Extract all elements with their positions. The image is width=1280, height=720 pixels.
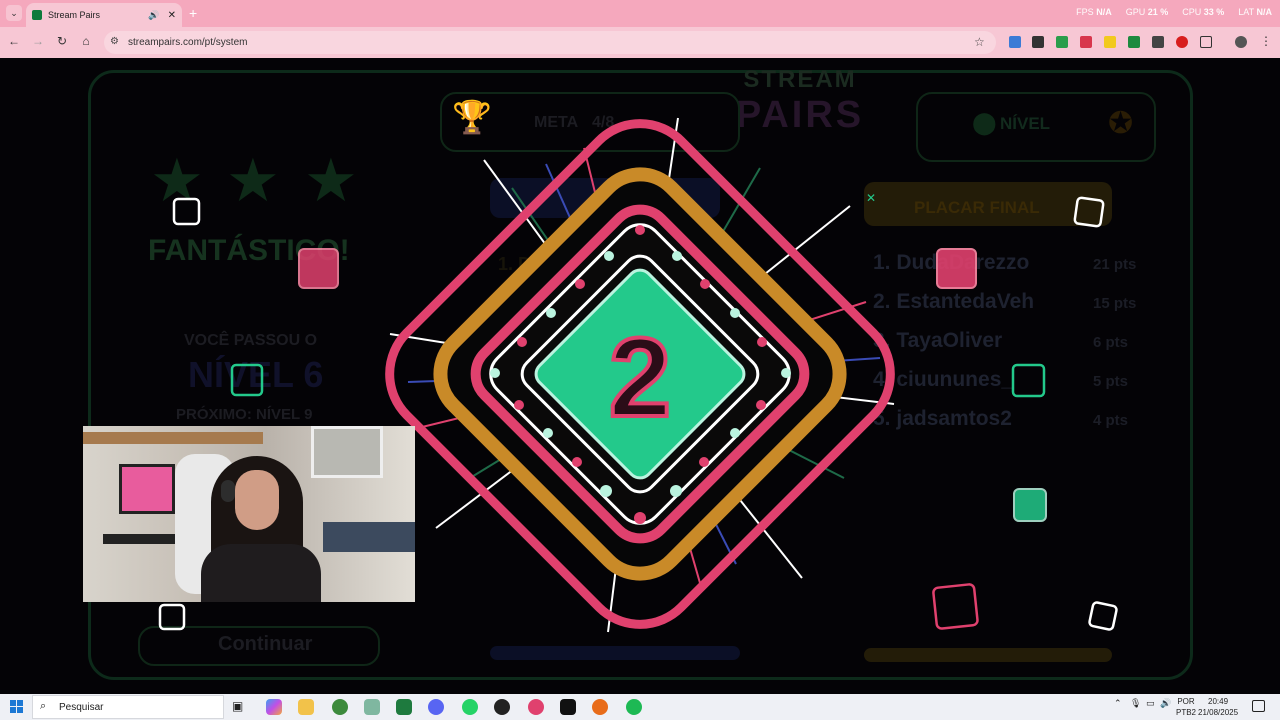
dot	[730, 428, 740, 438]
card-green	[230, 363, 264, 397]
webcam-shelf	[83, 432, 263, 444]
sparkle-icon: ✕	[866, 191, 876, 205]
firefox-icon[interactable]	[592, 699, 608, 715]
webcam-feed	[83, 426, 415, 602]
webcam-monitor	[119, 464, 175, 514]
dot	[670, 485, 682, 497]
forward-icon[interactable]: →	[30, 34, 46, 48]
card-outline	[1088, 601, 1118, 631]
dot	[514, 400, 524, 410]
language-indicator[interactable]: POR PTB2	[1176, 696, 1196, 718]
search-icon: ⌕	[40, 700, 47, 712]
back-icon[interactable]: ←	[6, 34, 22, 48]
perf-cpu: CPU 33 %	[1182, 7, 1225, 17]
opera-icon[interactable]	[528, 699, 544, 715]
chrome-icon[interactable]	[332, 699, 348, 715]
dot	[781, 368, 791, 378]
dot	[517, 337, 527, 347]
countdown-number: 2	[609, 315, 671, 440]
webcam-figure-shelf	[323, 522, 415, 552]
tab-stream-pairs[interactable]: Stream Pairs 🔊 ✕	[26, 3, 182, 27]
search-placeholder: Pesquisar	[59, 701, 104, 713]
perf-gpu: GPU 21 %	[1125, 7, 1169, 17]
volume-icon[interactable]: 🔊	[1160, 698, 1171, 709]
menu-dots-icon[interactable]: ⋮	[1258, 34, 1274, 48]
notion-icon[interactable]	[560, 699, 576, 715]
site-info-icon[interactable]: ⚙	[110, 36, 119, 47]
tray-overflow-icon[interactable]: ⌃	[1114, 698, 1122, 709]
dot	[600, 485, 612, 497]
reload-icon[interactable]: ↻	[54, 34, 70, 48]
new-tab-button[interactable]: +	[189, 5, 197, 21]
tab-strip: ⌄ Stream Pairs 🔊 ✕ + FPS N/A GPU 21 % CP…	[0, 0, 1280, 27]
close-tab-icon[interactable]: ✕	[168, 10, 176, 21]
system-clock[interactable]: 20:49 21/08/2025	[1198, 696, 1238, 718]
card-green-filled	[1013, 488, 1047, 522]
card-outline	[1073, 196, 1105, 228]
extension-1-icon[interactable]	[1009, 36, 1021, 48]
webcam-person-body	[201, 544, 321, 602]
app-icon[interactable]	[364, 699, 380, 715]
performance-overlay: FPS N/A GPU 21 % CPU 33 % LAT N/A	[1076, 7, 1272, 17]
extension-2-icon[interactable]	[1032, 36, 1044, 48]
speaker-icon[interactable]: 🔊	[148, 10, 159, 21]
card-pink-outline	[932, 583, 979, 630]
stream-pairs-favicon-icon	[32, 10, 42, 20]
dot	[575, 279, 585, 289]
address-bar[interactable]: streampairs.com/pt/system	[104, 31, 996, 54]
extension-5-icon[interactable]	[1104, 36, 1116, 48]
extension-3-icon[interactable]	[1056, 36, 1068, 48]
windows-start-icon[interactable]	[10, 700, 23, 713]
webcam-window	[311, 426, 383, 478]
extension-8-icon[interactable]	[1176, 36, 1188, 48]
home-icon[interactable]: ⌂	[78, 34, 94, 48]
whatsapp-icon[interactable]	[462, 699, 478, 715]
dot	[757, 337, 767, 347]
extension-6-icon[interactable]	[1128, 36, 1140, 48]
stream-pairs-app-icon[interactable]	[396, 699, 412, 715]
perf-fps: FPS N/A	[1076, 7, 1112, 17]
dot	[490, 368, 500, 378]
copilot-icon[interactable]	[266, 699, 282, 715]
dot	[699, 457, 709, 467]
extensions-puzzle-icon[interactable]	[1200, 36, 1212, 48]
webcam-person-face	[235, 470, 279, 530]
dot	[635, 225, 645, 235]
webcam-headset	[221, 480, 235, 502]
dot	[672, 251, 682, 261]
dot	[572, 457, 582, 467]
dot	[546, 308, 556, 318]
extension-4-icon[interactable]	[1080, 36, 1092, 48]
card-green	[1011, 363, 1046, 398]
card-pink	[936, 248, 977, 289]
dot	[634, 512, 646, 524]
network-icon[interactable]: ▭	[1146, 698, 1155, 709]
dot	[543, 428, 553, 438]
url-text: streampairs.com/pt/system	[128, 37, 248, 48]
card-outline	[172, 197, 201, 226]
task-view-icon[interactable]: ▣	[232, 699, 248, 715]
tab-title: Stream Pairs	[48, 10, 101, 20]
tab-search-button[interactable]: ⌄	[6, 5, 22, 21]
extension-7-icon[interactable]	[1152, 36, 1164, 48]
obs-icon[interactable]	[494, 699, 510, 715]
spotify-icon[interactable]	[626, 699, 642, 715]
card-pink	[298, 248, 339, 289]
dot	[730, 308, 740, 318]
dot	[604, 251, 614, 261]
profile-avatar[interactable]	[1235, 36, 1247, 48]
microphone-icon[interactable]: 🎙	[1130, 698, 1141, 709]
bookmark-star-icon[interactable]: ☆	[974, 35, 985, 49]
discord-icon[interactable]	[428, 699, 444, 715]
windows-taskbar: Pesquisar ⌕ ▣ ⌃ 🎙 ▭ 🔊 POR PTB2 20:49 21/…	[0, 694, 1280, 720]
file-explorer-icon[interactable]	[298, 699, 314, 715]
perf-lat: LAT N/A	[1238, 7, 1272, 17]
dot	[700, 279, 710, 289]
browser-chrome: ⌄ Stream Pairs 🔊 ✕ + FPS N/A GPU 21 % CP…	[0, 0, 1280, 58]
taskbar-search-input[interactable]: Pesquisar	[32, 695, 224, 719]
notification-icon[interactable]	[1252, 700, 1265, 712]
card-outline	[158, 603, 186, 631]
browser-toolbar: ← → ↻ ⌂ streampairs.com/pt/system ⚙ ☆ ⋮	[0, 27, 1280, 58]
dot	[756, 400, 766, 410]
